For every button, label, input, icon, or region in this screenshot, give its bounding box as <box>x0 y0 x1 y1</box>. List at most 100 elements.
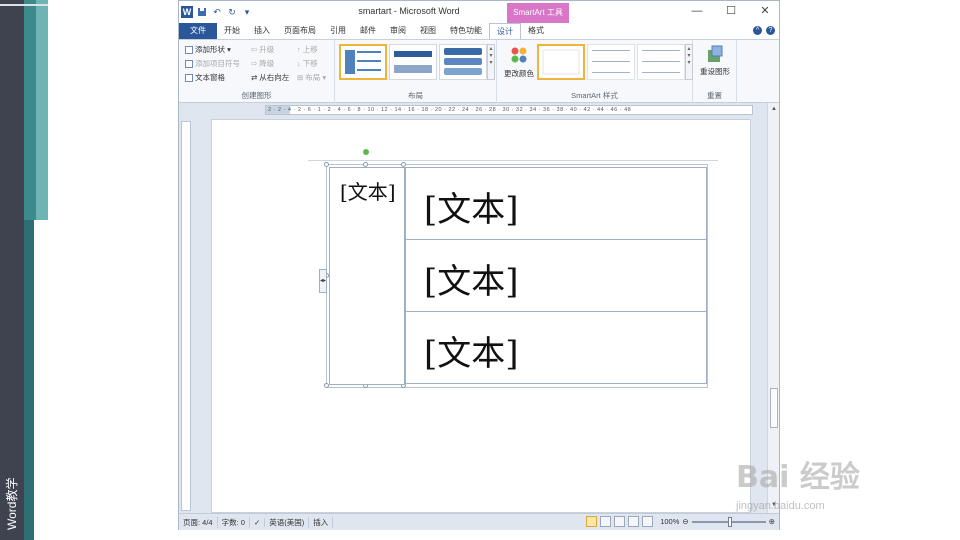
tab-mailings[interactable]: 邮件 <box>353 23 383 39</box>
slide-decoration-teal-dark <box>24 220 34 540</box>
maximize-button[interactable]: ☐ <box>719 4 743 18</box>
group-reset: 重设图形 重置 <box>693 40 737 103</box>
scroll-up-icon[interactable]: ▲ <box>770 105 778 113</box>
undo-icon[interactable]: ↶ <box>211 6 223 18</box>
tab-references[interactable]: 引用 <box>323 23 353 39</box>
window-title: smartart - Microsoft Word <box>358 6 460 16</box>
title-bar: W ↶ ↻ ▾ smartart - Microsoft Word SmartA… <box>179 1 779 23</box>
group-smartart-styles: 更改颜色 ▴ ▾ ▾ SmartArt 样式 <box>497 40 693 103</box>
add-bullet-button[interactable]: 添加项目符号 <box>185 58 240 69</box>
arrow-up-icon: ↑ <box>297 45 301 54</box>
scrollbar-thumb[interactable] <box>770 388 778 428</box>
ribbon-help-area: ^ ? <box>753 26 775 35</box>
move-up-button[interactable]: ↑ 上移 <box>297 44 318 55</box>
zoom-out-icon[interactable]: ⊖ <box>682 517 688 526</box>
ribbon: 添加形状 ▾ 添加项目符号 文本窗格 ⇦ 升级 ⇨ 降级 ⇄ 从右向左 ↑ 上移 ↓ 下移… <box>179 39 779 103</box>
save-icon[interactable] <box>196 6 208 18</box>
style-option-2[interactable] <box>587 44 635 80</box>
customize-qat-icon[interactable]: ▾ <box>241 6 253 18</box>
web-layout-view-icon[interactable] <box>614 516 626 527</box>
vertical-ruler-scale <box>181 121 191 511</box>
document-area: ◂▸ [文本] [文本] [文本] [文本] <box>193 117 767 513</box>
status-mode[interactable]: 插入 <box>309 516 334 528</box>
change-colors-label: 更改颜色 <box>504 69 534 78</box>
redo-icon[interactable]: ↻ <box>226 6 238 18</box>
tab-insert[interactable]: 插入 <box>247 23 277 39</box>
status-language[interactable]: 英语(美国) <box>265 516 310 528</box>
layout-option-1[interactable] <box>339 44 387 80</box>
zoom-slider[interactable] <box>691 516 766 527</box>
full-screen-view-icon[interactable] <box>600 516 612 527</box>
baidu-watermark: Bai 经验 jingyan.baidu.com <box>736 452 916 512</box>
right-to-left-icon: ⇄ <box>251 73 258 82</box>
rotation-handle[interactable] <box>363 149 369 155</box>
change-colors-button[interactable]: 更改颜色 <box>499 44 539 79</box>
document-page[interactable]: ◂▸ [文本] [文本] [文本] [文本] <box>211 119 751 513</box>
print-layout-view-icon[interactable] <box>586 516 598 527</box>
zoom-in-icon[interactable]: ⊕ <box>769 517 775 526</box>
layout-option-3[interactable] <box>439 44 487 80</box>
right-to-left-button[interactable]: ⇄ 从右向左 <box>251 72 289 83</box>
screen: Word教学 W ↶ ↻ ▾ smartart - Microsoft Word… <box>0 0 960 540</box>
tab-special-features[interactable]: 特色功能 <box>443 23 489 39</box>
style-option-3[interactable] <box>637 44 685 80</box>
zoom-level[interactable]: 100% <box>660 517 679 526</box>
add-shape-icon <box>185 45 193 54</box>
slide-decoration-dark <box>0 0 24 540</box>
help-icon[interactable]: ? <box>766 26 775 35</box>
tab-file[interactable]: 文件 <box>179 23 217 39</box>
smartart-row-2[interactable]: [文本] <box>405 239 707 312</box>
styles-gallery-scroll[interactable]: ▴ ▾ ▾ <box>685 44 693 80</box>
status-view-zoom: 100% ⊖ ⊕ <box>586 516 775 527</box>
move-down-button[interactable]: ↓ 下移 <box>297 58 318 69</box>
smartart-graphic[interactable]: ◂▸ [文本] [文本] [文本] [文本] <box>319 149 708 388</box>
layout-dropdown-button[interactable]: ⊞ 布局 ▾ <box>297 72 326 83</box>
add-bullet-icon <box>185 59 193 68</box>
zoom-slider-knob[interactable] <box>727 516 732 527</box>
smartart-left-text[interactable]: [文本] <box>340 176 396 205</box>
group-label-smartart-styles: SmartArt 样式 <box>571 91 618 100</box>
arrow-down-icon: ↓ <box>297 59 301 68</box>
status-page[interactable]: 页面: 4/4 <box>179 516 218 528</box>
arrow-left-icon: ⇦ <box>251 45 258 54</box>
minimize-button[interactable]: — <box>685 4 709 18</box>
tab-home[interactable]: 开始 <box>217 23 247 39</box>
ruler-ticks: 2 · 2 · 4 · 2 · 6 · 1 · 2 · 4 · 6 · 8 · … <box>268 107 632 113</box>
tab-view[interactable]: 视图 <box>413 23 443 39</box>
smartart-row-3-text[interactable]: [文本] <box>424 326 519 375</box>
tab-review[interactable]: 审阅 <box>383 23 413 39</box>
draft-view-icon[interactable] <box>642 516 654 527</box>
layouts-gallery-scroll[interactable]: ▴ ▾ ▾ <box>487 44 495 80</box>
page-header-line <box>308 160 718 161</box>
smartart-row-3[interactable]: [文本] <box>405 311 707 384</box>
smartart-right-column: [文本] [文本] [文本] <box>405 167 707 385</box>
smartart-tools-header: SmartArt 工具 <box>507 3 569 23</box>
reset-graphic-button[interactable]: 重设图形 <box>695 44 735 77</box>
text-pane-button[interactable]: 文本窗格 <box>185 72 225 83</box>
smartart-row-2-text[interactable]: [文本] <box>424 254 519 303</box>
outline-view-icon[interactable] <box>628 516 640 527</box>
layout-option-2[interactable] <box>389 44 437 80</box>
tab-page-layout[interactable]: 页面布局 <box>277 23 323 39</box>
status-bar: 页面: 4/4 字数: 0 ✓ 英语(美国) 插入 100% ⊖ ⊕ <box>179 513 779 530</box>
demote-button[interactable]: ⇨ 降级 <box>251 58 274 69</box>
add-shape-button[interactable]: 添加形状 ▾ <box>185 44 231 55</box>
tab-format[interactable]: 格式 <box>521 23 551 39</box>
text-pane-expander[interactable]: ◂▸ <box>319 269 327 293</box>
style-option-1[interactable] <box>537 44 585 80</box>
slide-decoration-teal-light <box>36 0 48 220</box>
ribbon-collapse-icon[interactable]: ^ <box>753 26 762 35</box>
word-logo-icon[interactable]: W <box>181 6 193 18</box>
close-button[interactable]: ✕ <box>753 4 777 18</box>
text-pane-icon <box>185 73 193 82</box>
promote-button[interactable]: ⇦ 升级 <box>251 44 274 55</box>
proofing-icon[interactable]: ✓ <box>250 517 266 527</box>
smartart-left-shape[interactable]: [文本] <box>329 167 405 385</box>
smartart-row-1-text[interactable]: [文本] <box>424 182 519 231</box>
tab-design[interactable]: 设计 <box>489 23 521 39</box>
group-layouts: ▴ ▾ ▾ 布局 <box>335 40 497 103</box>
quick-access-toolbar: W ↶ ↻ ▾ <box>181 5 253 19</box>
status-words[interactable]: 字数: 0 <box>218 516 250 528</box>
reset-graphic-label: 重设图形 <box>700 67 730 76</box>
smartart-row-1[interactable]: [文本] <box>405 167 707 240</box>
